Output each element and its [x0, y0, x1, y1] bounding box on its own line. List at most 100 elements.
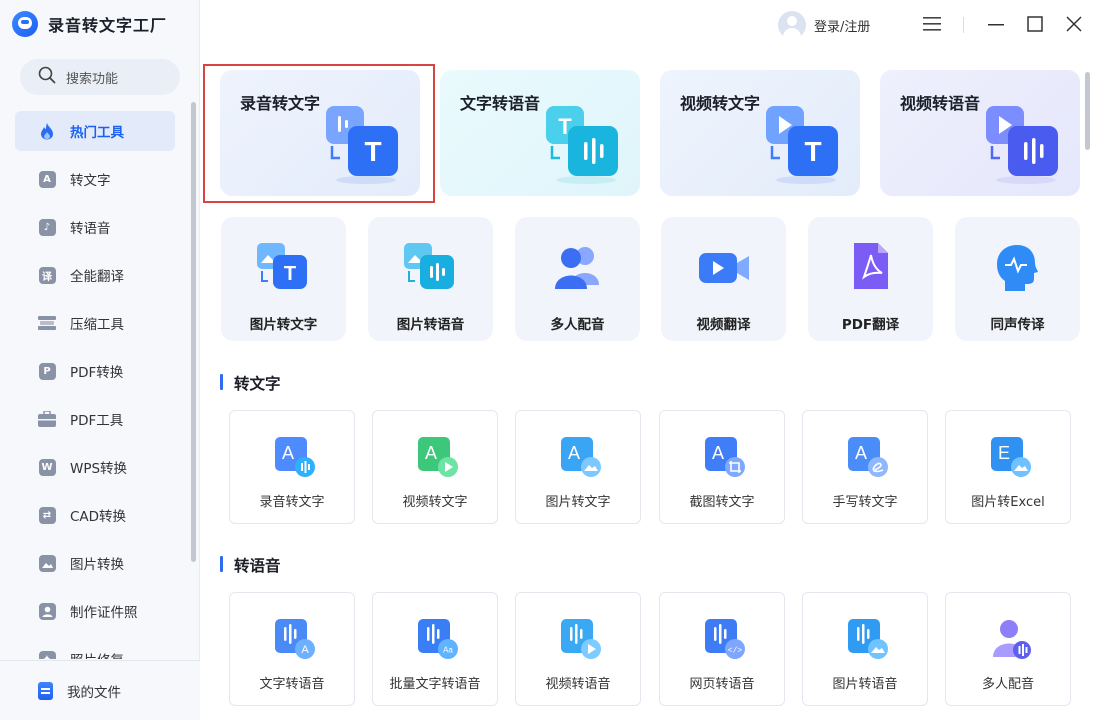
screenshot-text-icon: A [705, 437, 745, 477]
sidebar-item-label: PDF转换 [70, 365, 124, 381]
tool-image-to-speech[interactable]: 图片转语音 [802, 592, 928, 706]
svg-text:A: A [855, 443, 867, 463]
sidebar-item-label: 制作证件照 [70, 605, 138, 621]
quick-tool-video-translate[interactable]: 视频翻译 [661, 217, 786, 341]
sidebar-menu: 热门工具 A 转文字 ♪ 转语音 译 全能翻译 压缩工具 P PDF转换 PDF… [0, 107, 200, 659]
tool-audio-to-text[interactable]: A 录音转文字 [229, 410, 355, 524]
sidebar-item-image-convert[interactable]: 图片转换 [0, 539, 200, 587]
my-files-button[interactable]: 我的文件 [0, 660, 200, 720]
sidebar-item-pdf-convert[interactable]: P PDF转换 [0, 347, 200, 395]
webpage-speech-icon: </> [705, 619, 745, 659]
sidebar-item-cad-convert[interactable]: ⇄ CAD转换 [0, 491, 200, 539]
compress-icon [38, 314, 56, 332]
translate-icon: 译 [38, 266, 56, 284]
tool-label: 图片转Excel [971, 495, 1045, 510]
sidebar-item-label: 图片转换 [70, 557, 124, 573]
hot-tool-text-to-speech[interactable]: 文字转语音 T [440, 70, 640, 196]
tool-handwriting-to-text[interactable]: A 手写转文字 [802, 410, 928, 524]
svg-text:A: A [425, 443, 437, 463]
sidebar-item-label: CAD转换 [70, 509, 127, 525]
sidebar-item-wps-convert[interactable]: W WPS转换 [0, 443, 200, 491]
quick-tool-multi-voice[interactable]: 多人配音 [515, 217, 640, 341]
video-to-speech-icon [986, 106, 1058, 184]
sidebar-item-speech-convert[interactable]: ♪ 转语音 [0, 203, 200, 251]
flame-icon [38, 122, 56, 140]
quick-tool-image-to-text[interactable]: T 图片转文字 [221, 217, 346, 341]
search-box[interactable]: 搜索功能 [20, 59, 180, 95]
photo-repair-icon: ✦ [38, 650, 56, 659]
hot-tool-audio-to-text[interactable]: 录音转文字 T [220, 70, 420, 196]
tool-video-to-text[interactable]: A 视频转文字 [372, 410, 498, 524]
search-icon [38, 66, 56, 88]
tool-label: 网页转语音 [689, 677, 755, 692]
tool-label: 多人配音 [981, 677, 1034, 692]
tool-label: 视频转文字 [402, 495, 468, 510]
text-speech-icon: A [275, 619, 315, 659]
hot-tool-video-to-speech[interactable]: 视频转语音 [880, 70, 1080, 196]
login-label: 登录/注册 [814, 19, 871, 35]
tool-batch-text-to-speech[interactable]: Aa 批量文字转语音 [372, 592, 498, 706]
svg-text:E: E [998, 443, 1010, 463]
sidebar-item-text-convert[interactable]: A 转文字 [0, 155, 200, 203]
file-icon [38, 681, 53, 700]
sidebar-item-hot-tools[interactable]: 热门工具 [0, 107, 200, 155]
svg-text:T: T [364, 136, 381, 167]
tool-label: 图片转文字 [545, 495, 611, 510]
quick-tool-label: PDF翻译 [841, 317, 900, 333]
tool-image-to-excel[interactable]: E 图片转Excel [945, 410, 1071, 524]
sidebar-item-photo-repair[interactable]: ✦ 照片修复 [0, 635, 200, 659]
sidebar-item-label: PDF工具 [70, 413, 124, 429]
minimize-icon[interactable] [986, 14, 1006, 34]
tool-webpage-to-speech[interactable]: </> 网页转语音 [659, 592, 785, 706]
tool-text-to-speech[interactable]: A 文字转语音 [229, 592, 355, 706]
quick-tool-label: 同声传译 [990, 317, 1045, 333]
sidebar-item-label: 转语音 [70, 221, 111, 237]
app-title: 录音转文字工厂 [48, 16, 168, 35]
sidebar-item-translate[interactable]: 译 全能翻译 [0, 251, 200, 299]
main-scrollbar[interactable] [1085, 72, 1090, 150]
section-title-speech-convert: 转语音 [220, 554, 281, 576]
tool-label: 视频转语音 [545, 677, 611, 692]
audio-to-text-icon: T [326, 106, 398, 184]
sidebar-item-compress[interactable]: 压缩工具 [0, 299, 200, 347]
tool-video-to-speech[interactable]: 视频转语音 [515, 592, 641, 706]
video-text-icon: A [418, 437, 458, 477]
search-placeholder: 搜索功能 [66, 71, 119, 87]
sidebar-item-id-photo[interactable]: 制作证件照 [0, 587, 200, 635]
image-to-speech-icon [404, 243, 454, 289]
quick-tool-simultaneous-interpretation[interactable]: 同声传译 [955, 217, 1080, 341]
excel-icon: E [991, 437, 1031, 477]
tool-screenshot-to-text[interactable]: A 截图转文字 [659, 410, 785, 524]
speech-icon: ♪ [38, 218, 56, 236]
hot-tool-video-to-text[interactable]: 视频转文字 T [660, 70, 860, 196]
tool-image-to-text[interactable]: A 图片转文字 [515, 410, 641, 524]
maximize-icon[interactable] [1025, 14, 1045, 34]
hot-tool-title: 录音转文字 [240, 94, 321, 113]
audio-text-icon: A [275, 437, 315, 477]
handwriting-text-icon: A [848, 437, 888, 477]
svg-text:</>: </> [728, 647, 743, 656]
sidebar-item-label: 照片修复 [70, 649, 124, 659]
sidebar: 录音转文字工厂 搜索功能 热门工具 A 转文字 ♪ 转语音 译 全能翻译 压缩工… [0, 0, 200, 720]
quick-tool-label: 多人配音 [550, 317, 605, 333]
sidebar-scrollbar[interactable] [191, 102, 196, 562]
quick-tool-label: 视频翻译 [696, 317, 751, 333]
sidebar-item-label: 转文字 [70, 173, 111, 189]
quick-tool-image-to-speech[interactable]: 图片转语音 [368, 217, 493, 341]
wps-icon: W [38, 458, 56, 476]
close-icon[interactable] [1064, 14, 1084, 34]
batch-speech-icon: Aa [418, 619, 458, 659]
sidebar-item-pdf-tools[interactable]: PDF工具 [0, 395, 200, 443]
text-convert-icon: A [38, 170, 56, 188]
login-button[interactable]: 登录/注册 [778, 11, 870, 39]
tool-multi-voice[interactable]: 多人配音 [945, 592, 1071, 706]
pdf-convert-icon: P [38, 362, 56, 380]
sidebar-item-label: 压缩工具 [70, 317, 124, 333]
image-text-icon: A [561, 437, 601, 477]
sidebar-item-label: 热门工具 [70, 125, 124, 141]
menu-icon[interactable] [922, 14, 942, 34]
tool-label: 批量文字转语音 [389, 677, 481, 692]
head-speaking-icon [997, 245, 1038, 291]
video-camera-icon [699, 253, 749, 283]
quick-tool-pdf-translate[interactable]: PDF翻译 [808, 217, 933, 341]
